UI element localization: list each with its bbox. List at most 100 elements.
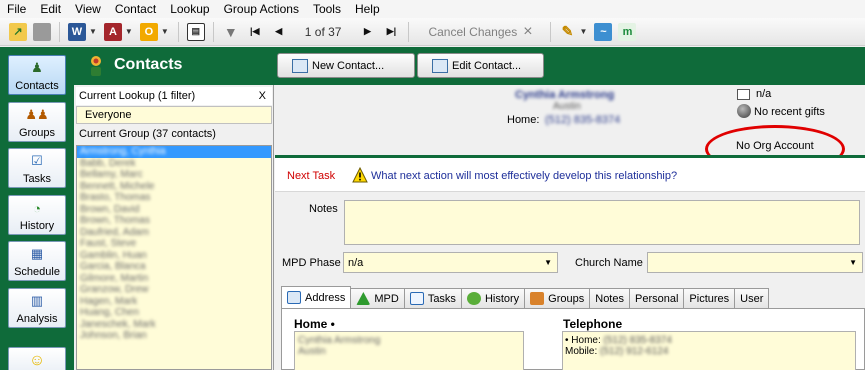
sidebar-item-contacts[interactable]: ♟ Contacts: [8, 55, 66, 95]
word-icon[interactable]: W: [68, 22, 86, 41]
contact-name-label: Janeschek, Mark: [80, 318, 156, 330]
history-icon: ◔: [33, 200, 41, 216]
menu-view[interactable]: View: [68, 0, 108, 18]
access-dropdown-icon[interactable]: ▼: [125, 27, 133, 36]
list-item[interactable]: Gilmore, Martin: [77, 273, 271, 285]
group-icon: [530, 292, 545, 305]
first-record-icon[interactable]: |◀: [246, 23, 264, 41]
notes-field[interactable]: [344, 200, 860, 245]
menu-tools[interactable]: Tools: [306, 0, 348, 18]
contact-name-label: Daufried, Adam: [80, 226, 149, 238]
outlook-icon[interactable]: O: [139, 22, 158, 41]
tab-user[interactable]: User: [734, 288, 770, 308]
home-address-field[interactable]: Cynthia Armstrong Austin: [294, 331, 524, 370]
sidebar-item-schedule[interactable]: ▦ Schedule: [8, 241, 66, 281]
sidebar-item-groups[interactable]: ♟♟ Groups: [8, 102, 66, 142]
church-name-select[interactable]: ▼: [647, 252, 863, 273]
contact-name: Cynthia Armstrong: [515, 89, 615, 101]
open-folder-icon[interactable]: ↗: [9, 22, 27, 41]
sidebar-item-analysis[interactable]: ▥ Analysis: [8, 288, 66, 328]
detail-view-icon[interactable]: ▤: [186, 22, 205, 41]
next-task-prompt-link[interactable]: What next action will most effectively d…: [371, 170, 677, 182]
page-title: Contacts: [114, 56, 183, 73]
contact-name-label: Gamblin, Huan: [80, 249, 147, 261]
word-dropdown-icon[interactable]: ▼: [89, 27, 97, 36]
contact-name-label: Hagen, Mark: [80, 295, 138, 307]
tab-groups[interactable]: Groups: [524, 288, 591, 308]
menu-bar: File Edit View Contact Lookup Group Acti…: [0, 0, 865, 18]
lookup-everyone[interactable]: Everyone: [76, 106, 272, 124]
new-contact-icon: [292, 58, 308, 73]
previous-record-icon[interactable]: ◀: [270, 23, 288, 41]
list-item[interactable]: Faust, Steve: [77, 238, 271, 250]
tab-history[interactable]: History: [460, 288, 526, 308]
contact-name-label: Armstrong, Cynthia: [80, 146, 166, 157]
list-item[interactable]: Bennett, Michele: [77, 181, 271, 193]
current-group-label: Current Group (37 contacts): [76, 125, 272, 143]
sync-icon[interactable]: ~: [594, 22, 613, 41]
home-address-heading: Home •: [294, 317, 335, 331]
list-item[interactable]: Daufried, Adam: [77, 227, 271, 239]
close-lookup-button[interactable]: X: [259, 90, 266, 102]
tab-mpd[interactable]: MPD: [350, 288, 405, 308]
tab-tasks[interactable]: Tasks: [403, 288, 462, 308]
list-item[interactable]: Gamblin, Huan: [77, 250, 271, 262]
checklist-icon: [409, 292, 424, 305]
list-item[interactable]: Johnson, Brian: [77, 330, 271, 342]
mpd-phase-value: n/a: [348, 256, 364, 269]
list-item[interactable]: Garcia, Blanca: [77, 261, 271, 273]
toolbar-separator: [59, 21, 60, 42]
list-item[interactable]: Brown, Thomas: [77, 215, 271, 227]
list-item[interactable]: Brown, David: [77, 204, 271, 216]
stop-icon[interactable]: [33, 22, 51, 41]
phone-icon[interactable]: ✎: [559, 23, 577, 41]
new-contact-button[interactable]: New Contact...: [277, 53, 415, 78]
tel-home-label: • Home:: [565, 335, 601, 346]
filter-icon[interactable]: ▼: [222, 23, 240, 41]
mpd-phase-label: MPD Phase: [282, 257, 341, 269]
list-item[interactable]: Bellamy, Marc: [77, 169, 271, 181]
history-icon: [466, 292, 481, 305]
telephone-field[interactable]: • Home: (512) 835-8374 Mobile: (512) 912…: [562, 331, 856, 370]
list-item[interactable]: Brasto, Thomas: [77, 192, 271, 204]
cancel-x-icon[interactable]: ×: [521, 23, 544, 41]
cancel-changes-button[interactable]: Cancel Changes: [414, 25, 521, 39]
sidebar-item-history[interactable]: ◔ History: [8, 195, 66, 235]
menu-edit[interactable]: Edit: [33, 0, 68, 18]
tab-pictures[interactable]: Pictures: [683, 288, 736, 308]
mpd-phase-select[interactable]: n/a ▼: [343, 252, 558, 273]
mpd-logo-icon[interactable]: m: [618, 22, 637, 41]
navigation-sidebar: ♟ Contacts ♟♟ Groups ☑ Tasks ◔ History ▦…: [0, 47, 74, 370]
menu-file[interactable]: File: [0, 0, 33, 18]
outlook-dropdown-icon[interactable]: ▼: [161, 27, 169, 36]
list-item[interactable]: Janeschek, Mark: [77, 319, 271, 331]
mpd-pyramid-icon: [356, 292, 371, 305]
next-record-icon[interactable]: ▶: [358, 23, 376, 41]
sidebar-item-tasks[interactable]: ☑ Tasks: [8, 148, 66, 188]
list-item[interactable]: Huang, Chen: [77, 307, 271, 319]
list-item[interactable]: Babb, Derek: [77, 158, 271, 170]
tab-label: Personal: [635, 292, 679, 305]
tab-notes[interactable]: Notes: [589, 288, 630, 308]
contacts-header: Contacts New Contact... Edit Contact...: [74, 47, 865, 85]
tab-address[interactable]: Address: [281, 286, 352, 308]
list-item[interactable]: Granzow, Drew: [77, 284, 271, 296]
phone-dropdown-icon[interactable]: ▼: [580, 27, 588, 36]
list-item[interactable]: Armstrong, Cynthia: [77, 146, 271, 158]
edit-contact-button[interactable]: Edit Contact...: [417, 53, 544, 78]
contact-name-label: Granzow, Drew: [80, 284, 149, 295]
contact-list[interactable]: Armstrong, Cynthia Babb, Derek Bellamy, Ma…: [76, 145, 272, 370]
sidebar-item-label: History: [19, 220, 55, 232]
access-icon[interactable]: A: [103, 22, 122, 41]
sidebar-item-more[interactable]: ☺: [8, 347, 66, 370]
menu-lookup[interactable]: Lookup: [163, 0, 216, 18]
contact-name-label: Garcia, Blanca: [80, 261, 146, 272]
menu-contact[interactable]: Contact: [108, 0, 163, 18]
last-record-icon[interactable]: ▶|: [382, 23, 400, 41]
contact-name-label: Babb, Derek: [80, 157, 136, 169]
tab-personal[interactable]: Personal: [629, 288, 685, 308]
address-tab-panel: Home • Cynthia Armstrong Austin Telephon…: [281, 308, 865, 370]
menu-help[interactable]: Help: [348, 0, 387, 18]
list-item[interactable]: Hagen, Mark: [77, 296, 271, 308]
menu-group-actions[interactable]: Group Actions: [217, 0, 306, 18]
